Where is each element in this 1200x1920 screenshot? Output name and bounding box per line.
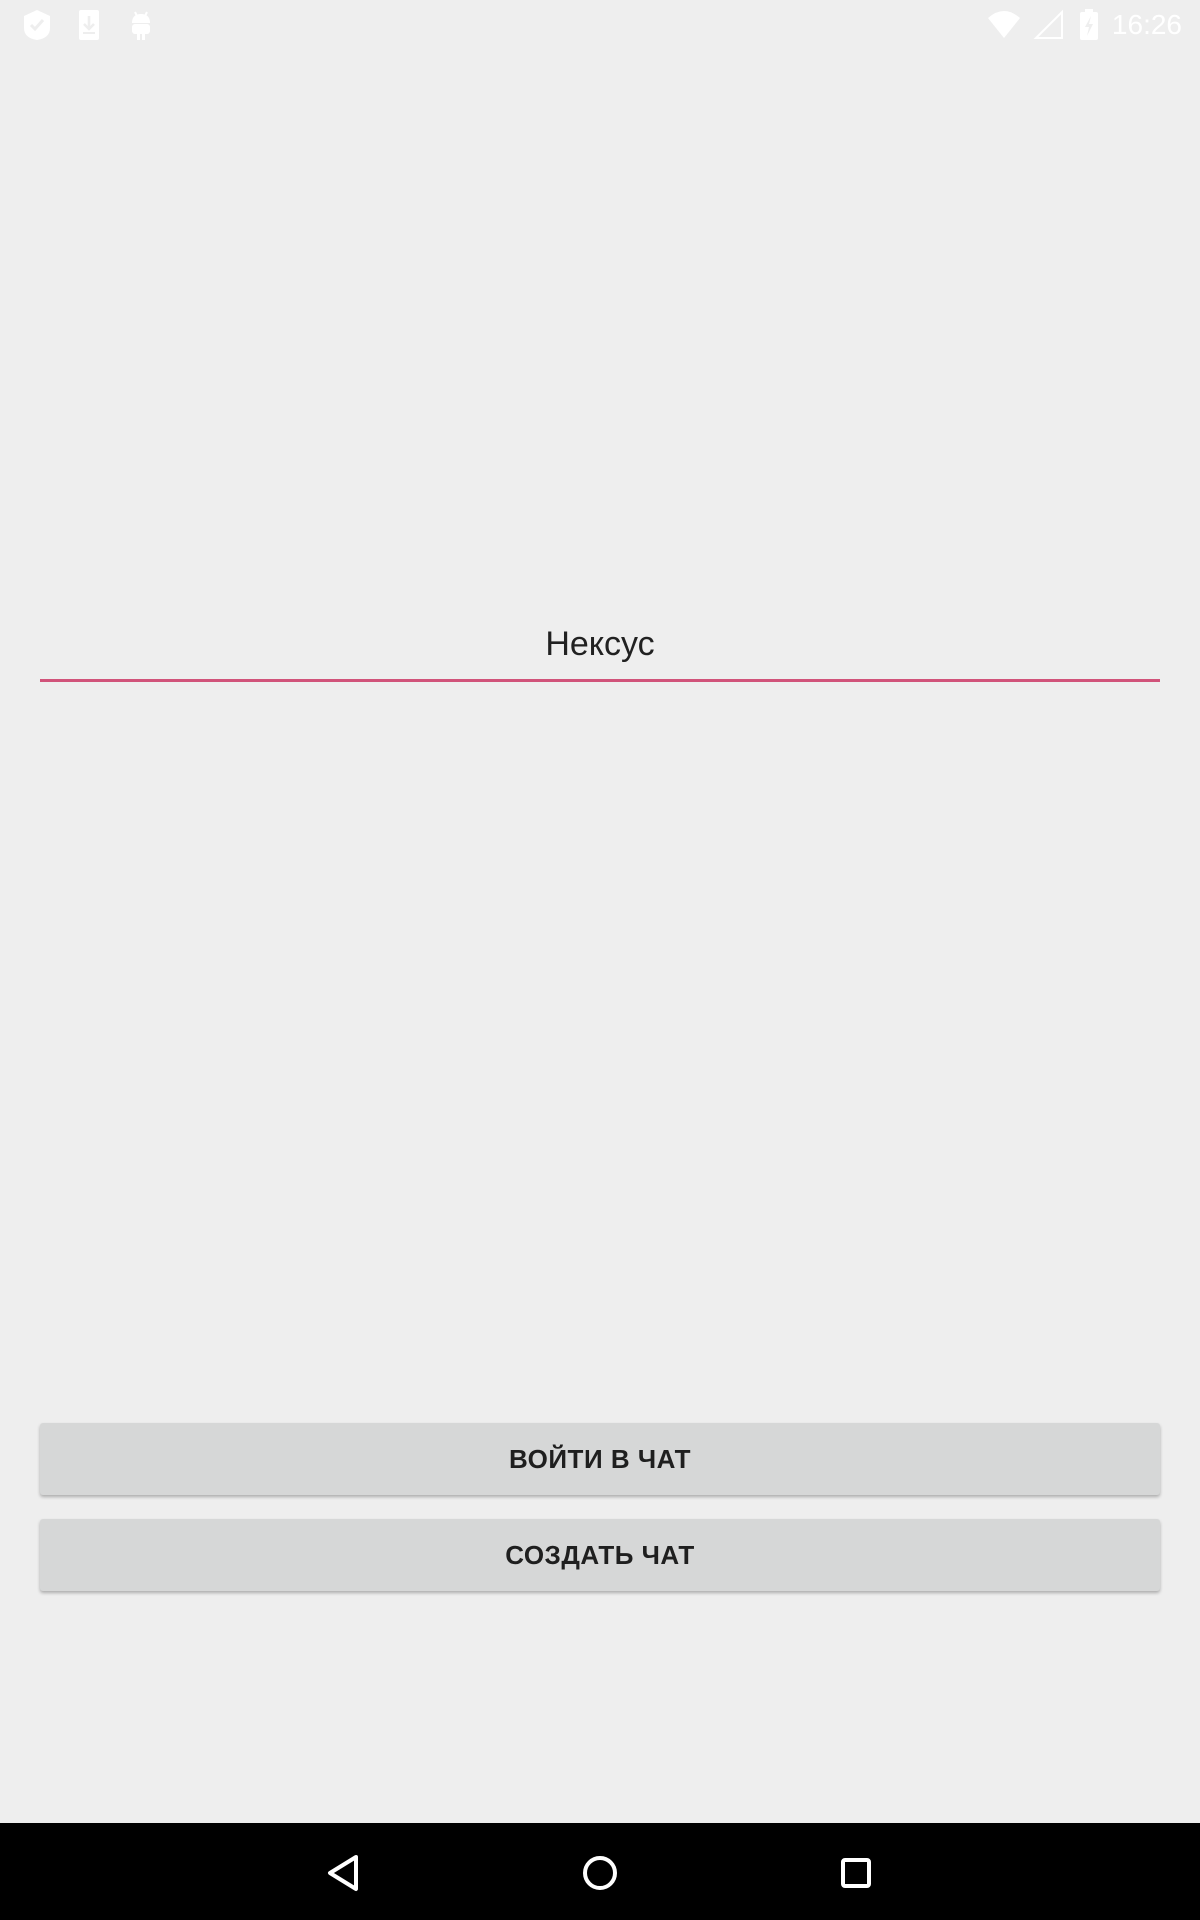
recents-icon[interactable] — [826, 1843, 886, 1903]
check-badge-icon — [20, 8, 54, 42]
join-chat-button[interactable]: ВОЙТИ В ЧАТ — [40, 1423, 1160, 1495]
system-icons: 16:26 — [986, 6, 1182, 44]
navigation-bar — [0, 1823, 1200, 1920]
home-icon[interactable] — [570, 1843, 630, 1903]
status-clock: 16:26 — [1111, 9, 1182, 40]
download-icon — [72, 8, 106, 42]
chat-name-input[interactable] — [40, 610, 1160, 682]
signal-icon — [1032, 8, 1066, 42]
android-icon — [124, 8, 158, 42]
status-bar: 16:26 — [0, 0, 1200, 50]
screen: 16:26 ВОЙТИ В ЧАТ СОЗДАТЬ ЧАТ — [0, 0, 1200, 1920]
notification-icons — [20, 8, 158, 42]
back-icon[interactable] — [314, 1843, 374, 1903]
wifi-icon — [986, 8, 1020, 42]
create-chat-button[interactable]: СОЗДАТЬ ЧАТ — [40, 1519, 1160, 1591]
battery-icon — [1078, 8, 1100, 42]
